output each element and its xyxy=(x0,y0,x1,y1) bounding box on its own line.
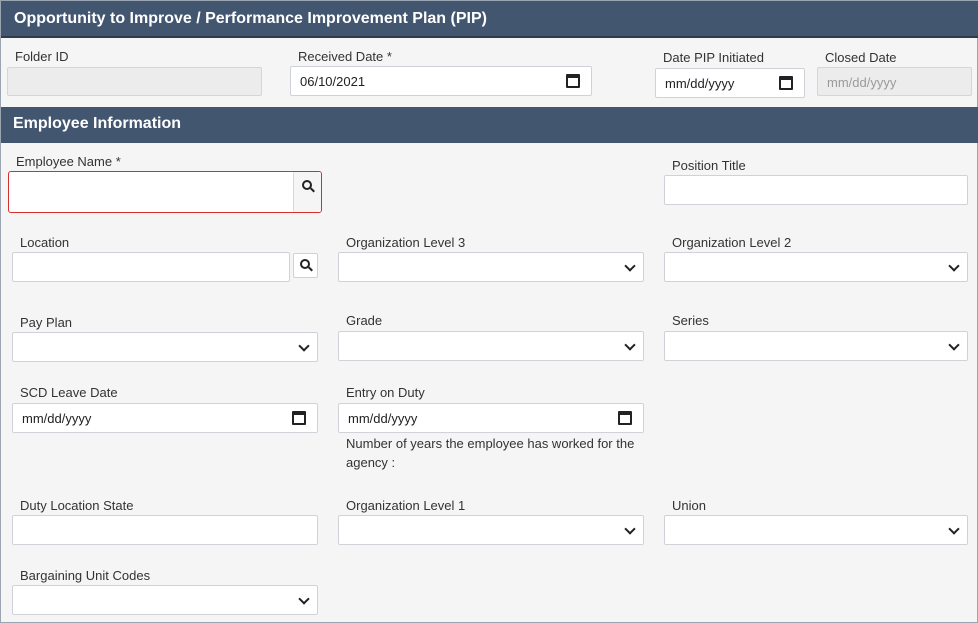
location-input[interactable] xyxy=(12,252,290,282)
received-date-input[interactable]: 06/10/2021 xyxy=(290,66,592,96)
grade-label: Grade xyxy=(346,313,383,328)
entry-on-duty-placeholder: mm/dd/yyyy xyxy=(348,411,418,426)
duty-location-state-input[interactable] xyxy=(12,515,318,545)
series-label: Series xyxy=(672,313,709,328)
bargaining-unit-codes-label: Bargaining Unit Codes xyxy=(20,568,151,583)
date-pip-initiated-label: Date PIP Initiated xyxy=(663,50,764,65)
chevron-down-icon xyxy=(948,523,960,535)
chevron-down-icon xyxy=(298,593,310,605)
chevron-down-icon xyxy=(624,523,636,535)
employee-name-input[interactable] xyxy=(8,171,322,213)
org-level-2-label: Organization Level 2 xyxy=(672,235,792,250)
chevron-down-icon xyxy=(948,339,960,351)
closed-date-placeholder: mm/dd/yyyy xyxy=(827,75,897,90)
calendar-icon[interactable] xyxy=(566,74,580,88)
position-title-label: Position Title xyxy=(672,158,746,173)
folder-id-label: Folder ID xyxy=(15,49,69,64)
date-pip-initiated-input[interactable]: mm/dd/yyyy xyxy=(655,68,805,98)
chevron-down-icon xyxy=(624,260,636,272)
entry-on-duty-input[interactable]: mm/dd/yyyy xyxy=(338,403,644,433)
location-search-button[interactable] xyxy=(293,253,318,278)
org-level-1-select[interactable] xyxy=(338,515,644,545)
chevron-down-icon xyxy=(624,339,636,351)
org-level-3-label: Organization Level 3 xyxy=(346,235,466,250)
scd-leave-date-placeholder: mm/dd/yyyy xyxy=(22,411,92,426)
pay-plan-label: Pay Plan xyxy=(20,315,73,330)
series-select[interactable] xyxy=(664,331,968,361)
received-date-label: Received Date * xyxy=(298,49,392,64)
chevron-down-icon xyxy=(298,340,310,352)
org-level-3-select[interactable] xyxy=(338,252,644,282)
duty-location-state-label: Duty Location State xyxy=(20,498,134,513)
date-pip-initiated-placeholder: mm/dd/yyyy xyxy=(665,76,735,91)
section-title-employee-information: Employee Information xyxy=(1,107,978,143)
union-label: Union xyxy=(672,498,706,513)
chevron-down-icon xyxy=(948,260,960,272)
scd-leave-date-input[interactable]: mm/dd/yyyy xyxy=(12,403,318,433)
years-worked-note: Number of years the employee has worked … xyxy=(346,436,635,470)
calendar-icon[interactable] xyxy=(618,411,632,425)
position-title-input[interactable] xyxy=(664,175,968,205)
org-level-1-label: Organization Level 1 xyxy=(346,498,466,513)
bargaining-unit-codes-select[interactable] xyxy=(12,585,318,615)
union-select[interactable] xyxy=(664,515,968,545)
entry-on-duty-label: Entry on Duty xyxy=(346,385,425,400)
grade-select[interactable] xyxy=(338,331,644,361)
employee-name-search-button[interactable] xyxy=(293,172,321,212)
calendar-icon[interactable] xyxy=(779,76,793,90)
received-date-value: 06/10/2021 xyxy=(300,74,366,89)
location-label: Location xyxy=(20,235,70,250)
pay-plan-select[interactable] xyxy=(12,332,318,362)
scd-leave-date-label: SCD Leave Date xyxy=(20,385,118,400)
employee-name-label: Employee Name * xyxy=(16,154,121,169)
folder-id-field xyxy=(7,67,262,96)
page-title: Opportunity to Improve / Performance Imp… xyxy=(1,1,978,38)
calendar-icon[interactable] xyxy=(292,411,306,425)
org-level-2-select[interactable] xyxy=(664,252,968,282)
closed-date-input: mm/dd/yyyy xyxy=(817,67,972,96)
closed-date-label: Closed Date xyxy=(825,50,897,65)
